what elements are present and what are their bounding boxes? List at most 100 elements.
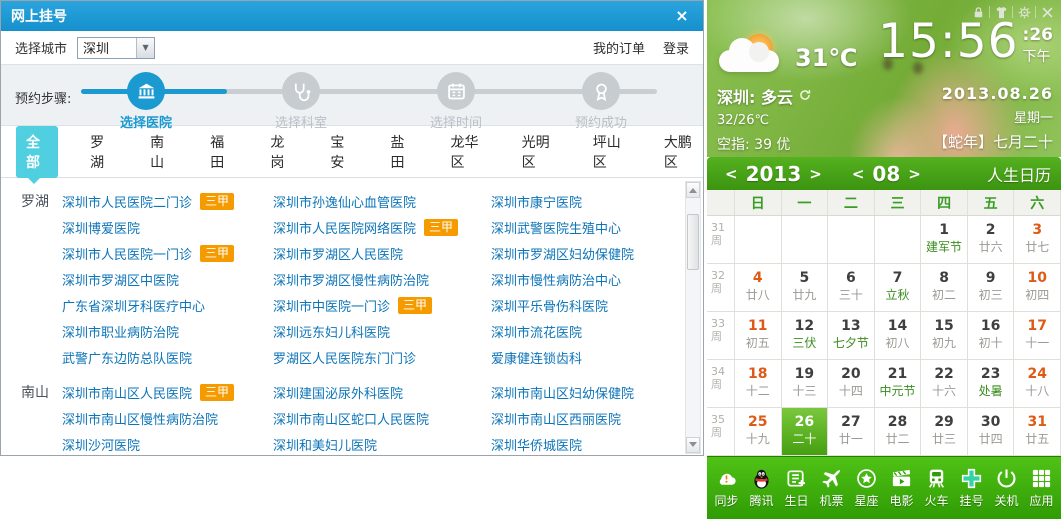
- toolbar-item[interactable]: 腾讯: [745, 467, 778, 509]
- day-cell[interactable]: [874, 216, 922, 264]
- scrollbar-thumb[interactable]: [687, 214, 699, 270]
- scrollbar-down-button[interactable]: [686, 437, 700, 453]
- toolbar-item[interactable]: 挂号: [955, 467, 988, 509]
- day-cell[interactable]: 25 十九: [735, 408, 782, 456]
- day-cell[interactable]: 12 三伏: [781, 312, 829, 360]
- hospital-link[interactable]: 深圳远东妇儿科医院: [273, 322, 390, 341]
- day-cell[interactable]: 6 三十: [828, 264, 875, 312]
- hospital-link[interactable]: 深圳市流花医院: [491, 322, 582, 341]
- day-cell[interactable]: 29 廿三: [921, 408, 968, 456]
- hospital-link[interactable]: 爱康健连锁齿科: [491, 348, 582, 367]
- day-cell[interactable]: 30 廿四: [967, 408, 1015, 456]
- day-cell[interactable]: 9 初三: [967, 264, 1015, 312]
- day-cell[interactable]: 11 初五: [735, 312, 782, 360]
- prev-month-button[interactable]: <: [844, 165, 873, 183]
- hospital-link[interactable]: 深圳建国泌尿外科医院: [273, 383, 403, 402]
- tab-item[interactable]: 坪山区: [587, 126, 632, 178]
- toolbar-item[interactable]: 火车: [920, 467, 953, 509]
- hospital-link[interactable]: 深圳市中医院一门诊: [273, 296, 390, 315]
- hospital-link[interactable]: 深圳武警医院生殖中心: [491, 218, 621, 237]
- day-cell[interactable]: 13 七夕节: [828, 312, 875, 360]
- close-button[interactable]: ×: [671, 5, 693, 27]
- hospital-link[interactable]: 深圳市罗湖区中医院: [62, 270, 179, 289]
- hospital-link[interactable]: 深圳市南山区西丽医院: [491, 409, 621, 428]
- hospital-link[interactable]: 深圳华侨城医院: [491, 435, 582, 454]
- hospital-link[interactable]: 深圳市南山区蛇口人民医院: [273, 409, 429, 428]
- dropdown-arrow-icon[interactable]: ▼: [136, 37, 155, 58]
- window-titlebar[interactable]: 网上挂号 ×: [1, 1, 703, 31]
- hospital-link[interactable]: 深圳市南山区人民医院: [62, 383, 192, 402]
- day-cell[interactable]: 27 廿一: [828, 408, 875, 456]
- hospital-link[interactable]: 深圳市罗湖区妇幼保健院: [491, 244, 634, 263]
- hospital-link[interactable]: 深圳市罗湖区慢性病防治院: [273, 270, 429, 289]
- day-cell[interactable]: 5 廿九: [781, 264, 829, 312]
- day-cell[interactable]: 18 十二: [735, 360, 782, 408]
- hospital-link[interactable]: 深圳市职业病防治院: [62, 322, 179, 341]
- tab-item[interactable]: 福田: [204, 126, 238, 178]
- day-cell[interactable]: 15 初九: [921, 312, 968, 360]
- day-cell[interactable]: 8 初二: [921, 264, 968, 312]
- day-cell[interactable]: 17 十一: [1014, 312, 1061, 360]
- toolbar-item[interactable]: 电影: [885, 467, 918, 509]
- day-cell[interactable]: 26 二十: [781, 408, 829, 456]
- hospital-link[interactable]: 深圳博爱医院: [62, 218, 140, 237]
- day-cell[interactable]: [735, 216, 782, 264]
- day-cell[interactable]: [781, 216, 829, 264]
- hospital-link[interactable]: 深圳沙河医院: [62, 435, 140, 454]
- hospital-link[interactable]: 深圳市罗湖区人民医院: [273, 244, 403, 263]
- next-year-button[interactable]: >: [801, 165, 830, 183]
- tab-item[interactable]: 全部: [16, 125, 59, 184]
- day-cell[interactable]: 20 十四: [828, 360, 875, 408]
- hospital-link[interactable]: 广东省深圳牙科医疗中心: [62, 296, 205, 315]
- tab-item[interactable]: 龙岗: [264, 126, 298, 178]
- day-cell[interactable]: 3 廿七: [1014, 216, 1061, 264]
- tab-item[interactable]: 南山: [144, 126, 178, 178]
- prev-year-button[interactable]: <: [717, 165, 746, 183]
- day-cell[interactable]: 23 处暑: [967, 360, 1015, 408]
- tab-item[interactable]: 龙华区: [445, 126, 490, 178]
- list-scrollbar[interactable]: [685, 181, 701, 454]
- day-cell[interactable]: 24 十八: [1014, 360, 1061, 408]
- day-cell[interactable]: [828, 216, 875, 264]
- day-cell[interactable]: 22 十六: [921, 360, 968, 408]
- toolbar-item[interactable]: 同步: [710, 467, 743, 509]
- hospital-link[interactable]: 罗湖区人民医院东门门诊: [273, 348, 416, 367]
- my-orders-link[interactable]: 我的订单: [593, 38, 645, 57]
- day-cell[interactable]: 28 廿二: [874, 408, 922, 456]
- day-cell[interactable]: 7 立秋: [874, 264, 922, 312]
- hospital-link[interactable]: 深圳平乐骨伤科医院: [491, 296, 608, 315]
- toolbar-item[interactable]: 应用: [1025, 467, 1058, 509]
- next-month-button[interactable]: >: [900, 165, 929, 183]
- day-cell[interactable]: 21 中元节: [874, 360, 922, 408]
- day-cell[interactable]: 19 十三: [781, 360, 829, 408]
- day-cell[interactable]: 31 廿五: [1014, 408, 1061, 456]
- hospital-link[interactable]: 深圳市人民医院二门诊: [62, 192, 192, 211]
- hospital-link[interactable]: 深圳市南山区妇幼保健院: [491, 383, 634, 402]
- refresh-icon[interactable]: [798, 87, 812, 106]
- day-cell[interactable]: 14 初八: [874, 312, 922, 360]
- tab-item[interactable]: 光明区: [516, 126, 561, 178]
- day-cell[interactable]: 1 建军节: [921, 216, 968, 264]
- toolbar-item[interactable]: 关机: [990, 467, 1023, 509]
- tab-item[interactable]: 宝安: [324, 126, 358, 178]
- login-link[interactable]: 登录: [663, 38, 689, 57]
- toolbar-item[interactable]: 生日: [780, 467, 813, 509]
- day-cell[interactable]: 16 初十: [967, 312, 1015, 360]
- tab-item[interactable]: 罗湖: [84, 126, 118, 178]
- hospital-link[interactable]: 深圳市慢性病防治中心: [491, 270, 621, 289]
- hospital-link[interactable]: 武警广东边防总队医院: [62, 348, 192, 367]
- hospital-link[interactable]: 深圳和美妇儿医院: [273, 435, 377, 454]
- day-cell[interactable]: 4 廿八: [735, 264, 782, 312]
- hospital-link[interactable]: 深圳市康宁医院: [491, 192, 582, 211]
- hospital-link[interactable]: 深圳市人民医院网络医院: [273, 218, 416, 237]
- hospital-link[interactable]: 深圳市孙逸仙心血管医院: [273, 192, 416, 211]
- city-select[interactable]: 深圳 ▼: [77, 36, 156, 59]
- scrollbar-up-button[interactable]: [686, 182, 700, 198]
- hospital-link[interactable]: 深圳市人民医院一门诊: [62, 244, 192, 263]
- toolbar-item[interactable]: 机票: [815, 467, 848, 509]
- hospital-link[interactable]: 深圳市南山区慢性病防治院: [62, 409, 218, 428]
- day-cell[interactable]: 10 初四: [1014, 264, 1061, 312]
- toolbar-item[interactable]: 星座: [850, 467, 883, 509]
- day-cell[interactable]: 2 廿六: [967, 216, 1015, 264]
- tab-item[interactable]: 大鹏区: [658, 126, 703, 178]
